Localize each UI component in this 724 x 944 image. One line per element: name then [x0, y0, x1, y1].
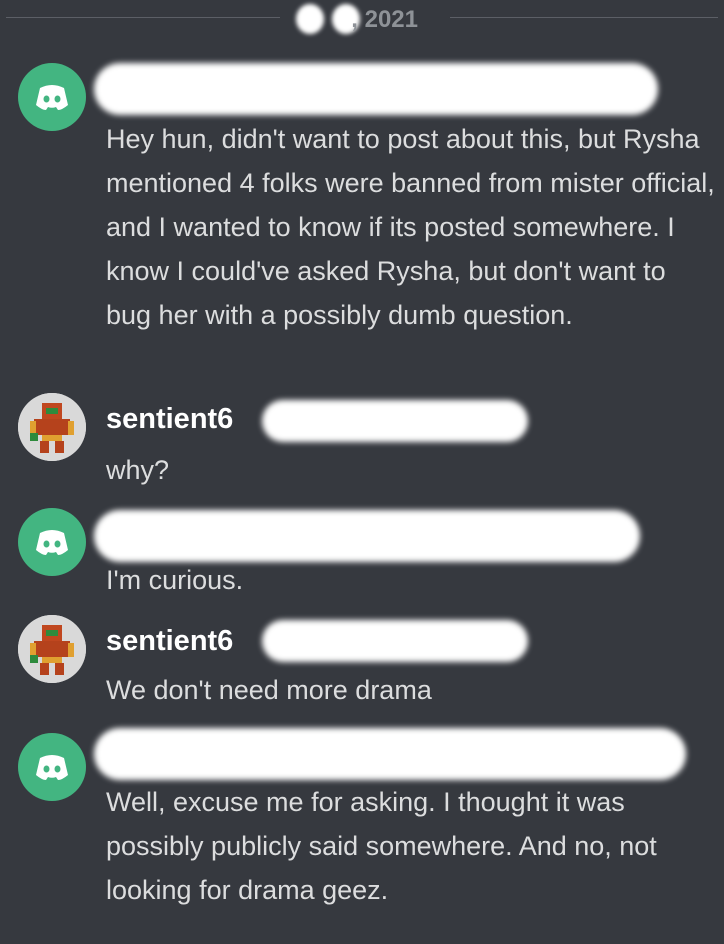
divider-date-text: , 2021: [351, 6, 418, 33]
redacted-date-blot: [296, 4, 324, 34]
redacted-username: [262, 400, 528, 442]
discord-avatar[interactable]: [18, 733, 86, 801]
discord-avatar[interactable]: [18, 63, 86, 131]
discord-logo-icon: [36, 755, 68, 780]
redacted-username: [94, 728, 686, 780]
redacted-username: [94, 510, 640, 562]
message-text: Hey hun, didn't want to post about this,…: [106, 124, 715, 330]
username[interactable]: sentient6: [106, 403, 233, 436]
message-text: Well, excuse me for asking. I thought it…: [106, 787, 657, 905]
redacted-username: [94, 63, 658, 115]
discord-avatar[interactable]: [18, 508, 86, 576]
samus-avatar-icon: [18, 615, 86, 683]
discord-logo-icon: [36, 530, 68, 555]
user-avatar[interactable]: [18, 615, 86, 683]
message-text: I'm curious.: [106, 565, 244, 595]
divider-label: , 2021: [280, 2, 450, 34]
samus-avatar-icon: [18, 393, 86, 461]
user-avatar[interactable]: [18, 393, 86, 461]
redacted-username: [262, 620, 528, 662]
discord-logo-icon: [36, 85, 68, 110]
message-text: why?: [106, 455, 170, 485]
message-text: We don't need more drama: [106, 675, 432, 705]
username[interactable]: sentient6: [106, 625, 233, 658]
